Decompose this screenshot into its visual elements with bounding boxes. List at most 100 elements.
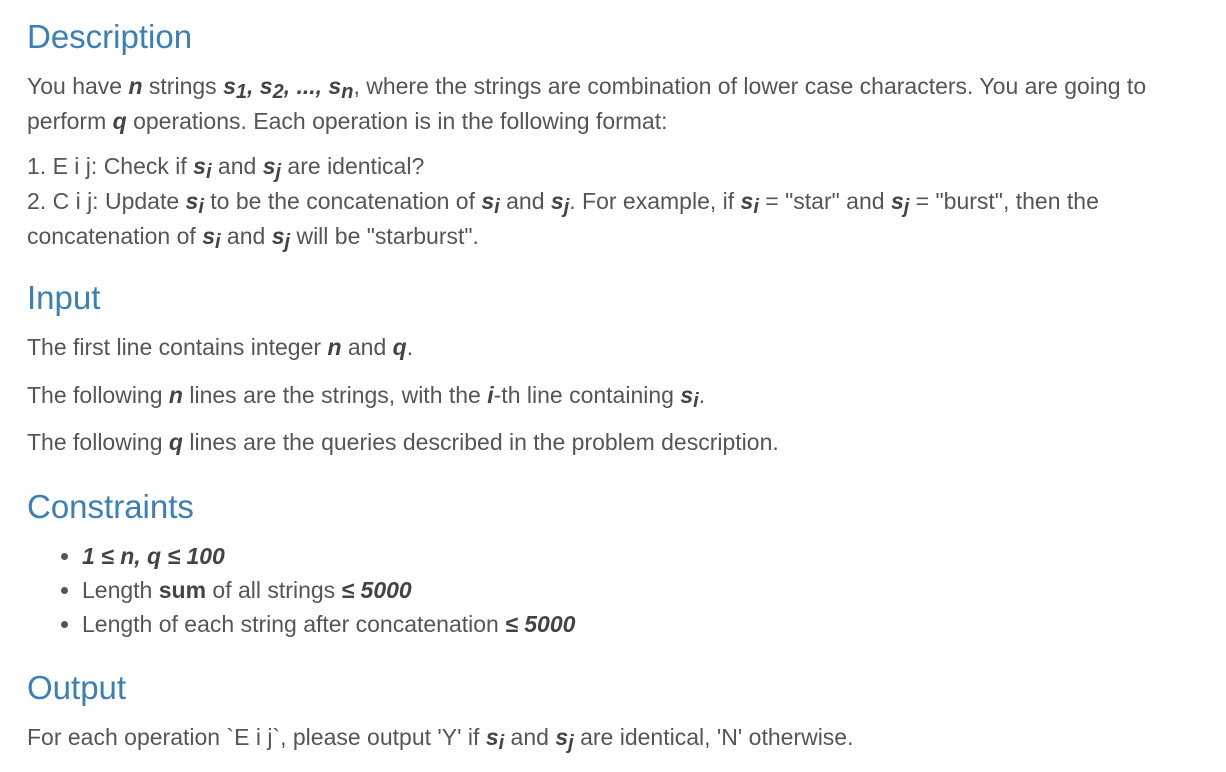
var-letter: s [485, 724, 499, 750]
var-s1: s1 [223, 73, 247, 103]
var-letter: s [202, 223, 215, 249]
var-sj: sj [890, 188, 909, 218]
var-subscript: j [275, 161, 282, 183]
var-subscript: n [341, 81, 354, 103]
var-subscript: i [205, 161, 212, 183]
var-letter: s [680, 382, 694, 408]
var-si: si [202, 223, 220, 253]
var-sn: sn [328, 73, 353, 103]
var-subscript: i [693, 390, 699, 412]
text: For each operation `E i j`, please outpu… [27, 724, 486, 750]
input-line-3: The following q lines are the queries de… [27, 426, 779, 459]
text: operations. Each operation is in the fol… [126, 108, 668, 134]
text: lines are the strings, with the [182, 382, 488, 408]
bold-text: sum [158, 577, 207, 603]
var-subscript: i [494, 196, 500, 218]
var-letter: s [740, 188, 754, 214]
text: . [406, 334, 414, 360]
text: to be the concatenation of [203, 188, 482, 214]
var-subscript: 2 [272, 81, 284, 103]
var-subscript: j [284, 231, 291, 253]
text: The first line contains integer [27, 334, 328, 360]
var-subscript: j [563, 196, 570, 218]
text: Length of each string after concatenatio… [82, 611, 506, 637]
var-letter: s [223, 73, 236, 99]
var-letter: s [259, 73, 273, 99]
var-letter: s [271, 223, 285, 249]
var-q: q [168, 429, 183, 455]
constraint-item: 1 ≤ n, q ≤ 100 [27, 539, 575, 573]
var-n: n [168, 382, 183, 408]
constraint-value: ≤ 5000 [341, 577, 412, 603]
var-subscript: i [753, 196, 759, 218]
var-subscript: j [568, 732, 574, 754]
constraint-value: 1 ≤ n, q ≤ 100 [82, 543, 225, 569]
input-line-2: The following n lines are the strings, w… [27, 379, 705, 414]
var-sj: sj [262, 153, 281, 183]
var-letter: s [185, 188, 199, 214]
var-letter: s [328, 73, 342, 99]
constraints-heading: Constraints [27, 488, 194, 525]
var-si: si [740, 188, 759, 218]
text: = "star" and [758, 188, 891, 214]
constraints-list: 1 ≤ n, q ≤ 100 Length sum of all strings… [27, 539, 575, 641]
text: -th line containing [493, 382, 681, 408]
constraint-item: Length sum of all strings ≤ 5000 [27, 573, 575, 607]
text: strings [142, 73, 224, 99]
var-letter: s [481, 188, 495, 214]
text: and [220, 223, 272, 249]
output-line: For each operation `E i j`, please outpu… [27, 721, 853, 756]
text: and [504, 724, 556, 750]
text: Length [82, 577, 159, 603]
text: The following [27, 429, 169, 455]
var-sj: sj [555, 724, 573, 754]
text: will be "starburst". [290, 223, 479, 249]
text: , ..., [283, 73, 329, 99]
var-si: si [680, 382, 698, 412]
text: , [246, 73, 260, 99]
text: 1. E i j: Check if [27, 153, 194, 179]
var-subscript: 1 [235, 81, 247, 103]
var-s2: s2 [259, 73, 284, 103]
var-sj: sj [550, 188, 569, 218]
text: of all strings [206, 577, 342, 603]
description-heading: Description [27, 18, 193, 55]
var-subscript: j [903, 196, 910, 218]
var-subscript: i [198, 196, 204, 218]
var-letter: s [550, 188, 564, 214]
text: The following [27, 382, 169, 408]
var-letter: s [555, 724, 569, 750]
description-intro: You have n strings s1, s2, ..., sn, wher… [27, 70, 1202, 138]
var-si: si [185, 188, 204, 218]
text: . [698, 382, 706, 408]
constraint-value: ≤ 5000 [505, 611, 576, 637]
input-line-1: The first line contains integer n and q. [27, 331, 413, 364]
var-si: si [481, 188, 499, 218]
text: and [211, 153, 263, 179]
operation-c: 2. C i j: Update si to be the concatenat… [27, 185, 1202, 255]
input-heading: Input [27, 279, 101, 316]
text: You have [27, 73, 129, 99]
operations-list: 1. E i j: Check if si and sj are identic… [27, 150, 1202, 255]
var-n: n [128, 73, 143, 99]
output-heading: Output [27, 669, 127, 706]
constraint-item: Length of each string after concatenatio… [27, 607, 575, 641]
text: lines are the queries described in the p… [182, 429, 779, 455]
var-letter: s [890, 188, 904, 214]
var-subscript: i [498, 732, 505, 754]
text: 2. C i j: Update [27, 188, 186, 214]
var-letter: s [193, 153, 206, 179]
var-subscript: i [214, 231, 221, 253]
var-si: si [485, 724, 504, 754]
text: and [499, 188, 551, 214]
var-n: n [327, 334, 342, 360]
text: . For example, if [569, 188, 741, 214]
var-q: q [112, 108, 127, 134]
var-sj: sj [271, 223, 290, 253]
var-q: q [392, 334, 407, 360]
text: are identical, 'N' otherwise. [573, 724, 854, 750]
text: and [341, 334, 393, 360]
text: are identical? [281, 153, 425, 179]
var-letter: s [262, 153, 276, 179]
var-si: si [193, 153, 211, 183]
